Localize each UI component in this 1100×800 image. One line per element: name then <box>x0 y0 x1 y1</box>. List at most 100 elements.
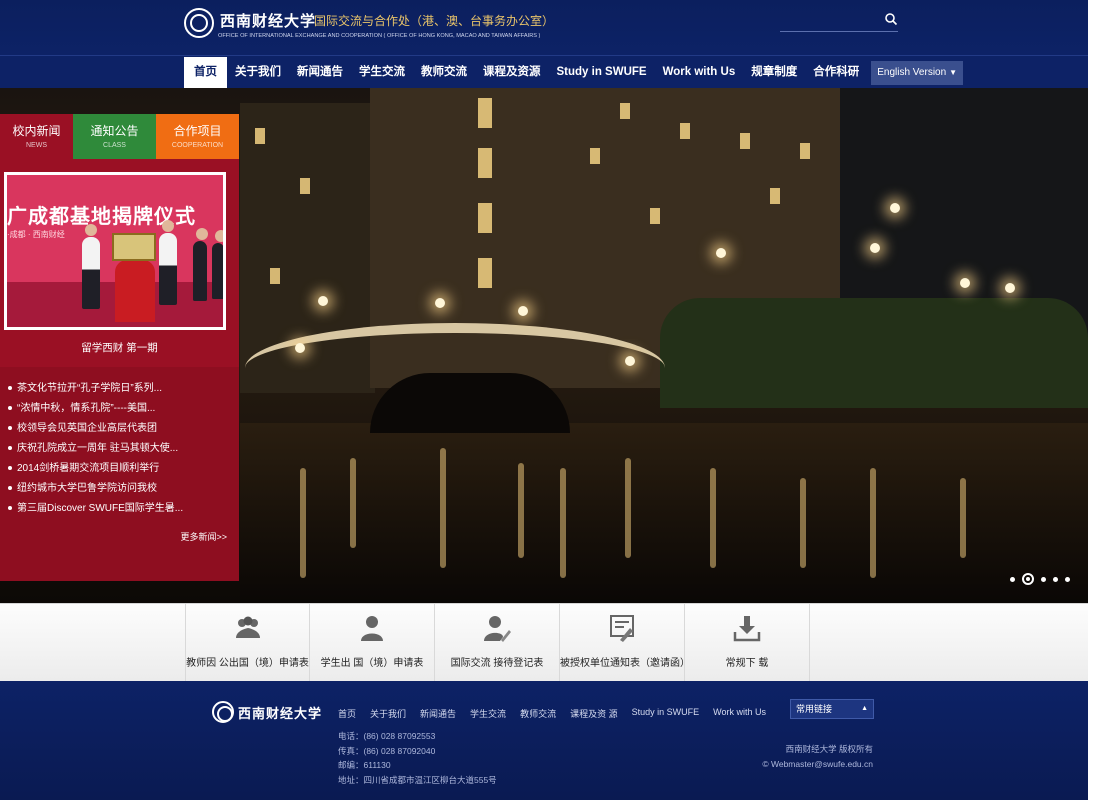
footer-university-name: 西南财经大学 <box>238 707 323 722</box>
quick-link-downloads[interactable]: 常规下 载 <box>685 604 810 682</box>
university-logo-icon[interactable] <box>184 8 214 38</box>
hero-bridge-arch <box>370 373 570 433</box>
lamp <box>625 356 635 366</box>
bullet-icon <box>8 466 12 471</box>
footer-links-select[interactable]: 常用链接 ▲ <box>790 699 874 719</box>
nav-teacher-exchange[interactable]: 教师交流 <box>413 57 475 88</box>
reflection <box>518 463 524 558</box>
bullet-icon <box>8 446 12 451</box>
news-item[interactable]: 纽约城市大学巴鲁学院访问我校 <box>8 479 233 499</box>
lamp <box>435 298 445 308</box>
window <box>478 203 492 233</box>
site-footer: 西南财经大学 首页 关于我们 新闻通告 学生交流 教师交流 课程及资 源 Stu… <box>0 681 1088 800</box>
news-item[interactable]: “浓情中秋，情系孔院”----美国... <box>8 399 233 419</box>
tab-projects[interactable]: 合作项目 COOPERATION <box>156 114 239 159</box>
footer-link-student[interactable]: 学生交流 <box>470 707 506 720</box>
footer-link-about[interactable]: 关于我们 <box>370 707 406 720</box>
person-edit-icon <box>484 616 511 642</box>
quick-link-reception[interactable]: 国际交流 接待登记表 <box>435 604 560 682</box>
caret-down-icon: ▼ <box>949 67 958 77</box>
main-nav: 首页 关于我们 新闻通告 学生交流 教师交流 课程及资源 Study in SW… <box>0 55 1088 88</box>
reflection <box>440 448 446 568</box>
person-figure <box>82 224 100 309</box>
window <box>478 98 492 128</box>
university-name[interactable]: 西南财经大学 <box>220 10 316 31</box>
nav-courses[interactable]: 课程及资源 <box>475 57 549 88</box>
bullet-icon <box>8 406 12 411</box>
more-news-link[interactable]: 更多新闻>> <box>180 530 227 543</box>
webmaster-email[interactable]: © Webmaster@swufe.edu.cn <box>762 757 873 772</box>
department-name-en: OFFICE OF INTERNATIONAL EXCHANGE AND COO… <box>218 33 541 39</box>
group-icon <box>236 616 260 638</box>
footer-fax: 传真：(86) 028 87092040 <box>338 745 436 756</box>
news-item[interactable]: 庆祝孔院成立一周年 驻马其顿大使... <box>8 439 233 459</box>
quick-link-invitation[interactable]: 被授权单位通知表（邀请函） <box>560 604 690 682</box>
lamp <box>890 203 900 213</box>
window <box>300 178 310 194</box>
window <box>770 188 780 204</box>
person-figure <box>159 220 177 305</box>
footer-link-home[interactable]: 首页 <box>338 707 356 720</box>
footer-link-courses[interactable]: 课程及资 源 <box>570 707 618 720</box>
quick-link-label: 被授权单位通知表（邀请函） <box>560 658 690 669</box>
news-item[interactable]: 茶文化节拉开“孔子学院日”系列... <box>8 379 233 399</box>
footer-nav: 首页 关于我们 新闻通告 学生交流 教师交流 课程及资 源 Study in S… <box>338 707 780 720</box>
slider-dot[interactable] <box>1010 576 1015 582</box>
bullet-icon <box>8 386 12 391</box>
news-item[interactable]: 第三届Discover SWUFE国际学生暑... <box>8 499 233 519</box>
tab-notices[interactable]: 通知公告 CLASS <box>73 114 156 159</box>
slider-dot-active[interactable] <box>1022 573 1034 585</box>
news-item-title: 2014剑桥暑期交流项目顺利举行 <box>17 463 160 474</box>
footer-link-work[interactable]: Work with Us <box>713 707 766 720</box>
ceremony-drape <box>115 260 155 322</box>
nav-research[interactable]: 合作科研 <box>805 57 867 88</box>
lamp <box>318 296 328 306</box>
site-header: 西南财经大学 国际交流与合作处（港、澳、台事务办公室） OFFICE OF IN… <box>0 0 1088 55</box>
person-figure <box>212 230 223 299</box>
news-item[interactable]: 2014剑桥暑期交流项目顺利举行 <box>8 459 233 479</box>
news-list-area: 茶文化节拉开“孔子学院日”系列... “浓情中秋，情系孔院”----美国... … <box>0 367 239 581</box>
tab-notices-label: 通知公告 <box>90 124 139 138</box>
language-dropdown[interactable]: English Version ▼ <box>871 60 964 85</box>
nav-regulations[interactable]: 规章制度 <box>743 57 805 88</box>
tab-news[interactable]: 校内新闻 NEWS <box>0 114 73 159</box>
ceremony-plaque <box>112 233 156 261</box>
feature-caption[interactable]: 留学西财 第一期 <box>0 340 239 355</box>
footer-link-teacher[interactable]: 教师交流 <box>520 707 556 720</box>
reflection <box>560 468 566 578</box>
quick-link-student-abroad[interactable]: 学生出 国（境）申请表 <box>310 604 435 682</box>
window <box>650 208 660 224</box>
footer-phone: 电话：(86) 028 87092553 <box>338 731 436 741</box>
slider-dots <box>1010 573 1070 585</box>
nav-study-in-swufe[interactable]: Study in SWUFE <box>549 57 655 88</box>
feature-banner-subtext: ·成都 · 西南财经 <box>7 230 65 239</box>
footer-link-news[interactable]: 新闻通告 <box>420 707 456 720</box>
reflection <box>870 468 876 578</box>
footer-address: 地址：四川省成都市温江区柳台大道555号 <box>338 774 497 785</box>
nav-news[interactable]: 新闻通告 <box>289 57 351 88</box>
nav-student-exchange[interactable]: 学生交流 <box>351 57 413 88</box>
slider-dot[interactable] <box>1053 576 1058 582</box>
nav-work-with-us[interactable]: Work with Us <box>655 57 744 88</box>
slider-dot[interactable] <box>1041 576 1046 582</box>
window <box>590 148 600 164</box>
news-item-title: 庆祝孔院成立一周年 驻马其顿大使... <box>17 443 179 454</box>
quick-link-label: 学生出 国（境）申请表 <box>320 658 424 669</box>
news-item[interactable]: 校领导会见英国企业高层代表团 <box>8 419 233 439</box>
quick-link-teacher-abroad[interactable]: 教师因 公出国（境）申请表 <box>185 604 310 682</box>
nav-about[interactable]: 关于我们 <box>227 57 289 88</box>
feature-image[interactable]: 广成都基地揭牌仪式 ·成都 · 西南财经 <box>4 172 226 330</box>
nav-home[interactable]: 首页 <box>184 57 227 88</box>
slider-dot[interactable] <box>1065 576 1070 582</box>
bullet-icon <box>8 506 12 511</box>
lamp <box>960 278 970 288</box>
bullet-icon <box>8 426 12 431</box>
window <box>270 268 280 284</box>
quick-links-bar: 教师因 公出国（境）申请表 学生出 国（境）申请表 国际交流 接待登记表 被授权… <box>0 603 1088 682</box>
news-item-title: “浓情中秋，情系孔院”----美国... <box>17 403 156 414</box>
page-edge <box>1088 0 1100 800</box>
search-input[interactable] <box>780 10 880 30</box>
document-edit-icon <box>610 615 634 642</box>
footer-link-study[interactable]: Study in SWUFE <box>632 707 700 720</box>
search-icon[interactable] <box>884 12 898 26</box>
